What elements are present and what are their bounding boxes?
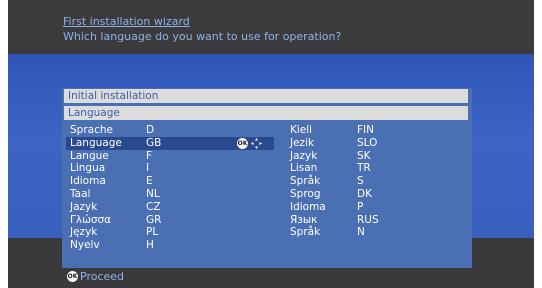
- language-code: TR: [357, 162, 371, 175]
- language-option[interactable]: Lingua I: [66, 162, 286, 175]
- language-code: SLO: [357, 136, 378, 149]
- language-name: Jazyk: [290, 149, 318, 162]
- language-name: Язык: [290, 213, 318, 226]
- language-code: NL: [146, 187, 160, 200]
- language-name: Idioma: [290, 200, 326, 213]
- language-code: GB: [146, 136, 162, 149]
- language-name: Langue: [70, 149, 109, 162]
- panel-header: Initial installation: [64, 89, 468, 103]
- language-list-left: Sprache D Language GB OK Langue F Lingua…: [66, 124, 286, 252]
- language-name: Język: [70, 226, 98, 239]
- language-code: SK: [357, 149, 371, 162]
- language-code: CZ: [146, 200, 161, 213]
- select-controls: OK: [237, 137, 262, 149]
- language-option[interactable]: Idioma P: [286, 201, 506, 214]
- language-name: Jezik: [290, 136, 315, 149]
- language-option[interactable]: Språk N: [286, 226, 506, 239]
- language-code: N: [357, 226, 365, 239]
- language-code: E: [146, 175, 153, 188]
- language-option[interactable]: Sprog DK: [286, 188, 506, 201]
- language-name: Taal: [70, 187, 91, 200]
- language-option-selected[interactable]: Language GB OK: [66, 136, 274, 150]
- language-option[interactable]: Jazyk SK: [286, 150, 506, 163]
- panel-subheader: Language: [64, 106, 468, 120]
- language-code: FIN: [357, 124, 374, 136]
- language-option[interactable]: Γλώσσα GR: [66, 214, 286, 227]
- language-option[interactable]: Lisan TR: [286, 162, 506, 175]
- language-code: PL: [146, 226, 159, 239]
- language-option[interactable]: Nyelv H: [66, 239, 286, 252]
- language-option[interactable]: Kieli FIN: [286, 124, 506, 137]
- wizard-title[interactable]: First installation wizard: [63, 15, 190, 28]
- language-option[interactable]: Langue F: [66, 150, 286, 163]
- ok-button-icon: OK: [67, 271, 78, 282]
- language-code: H: [146, 239, 154, 252]
- language-panel: Initial installation Language Sprache D …: [62, 88, 472, 268]
- navigation-arrows-icon: [251, 137, 262, 149]
- tv-screen: First installation wizard Which language…: [8, 0, 534, 288]
- language-option[interactable]: Jezik SLO: [286, 137, 506, 150]
- language-name: Nyelv: [70, 239, 100, 252]
- language-name: Språk: [290, 175, 321, 188]
- language-name: Language: [70, 136, 122, 149]
- language-code: D: [146, 124, 155, 136]
- language-option[interactable]: Språk S: [286, 175, 506, 188]
- language-code: DK: [357, 187, 372, 200]
- language-code: RUS: [357, 213, 379, 226]
- language-code: I: [146, 162, 150, 175]
- ok-button-icon: OK: [237, 137, 248, 149]
- language-code: S: [357, 175, 364, 188]
- language-option[interactable]: Sprache D: [66, 124, 286, 137]
- language-name: Språk: [290, 226, 321, 239]
- language-code: GR: [146, 213, 162, 226]
- language-name: Sprache: [70, 124, 113, 136]
- language-list-right: Kieli FIN Jezik SLO Jazyk SK Lisan TR Sp…: [286, 124, 506, 239]
- wizard-question: Which language do you want to use for op…: [63, 30, 342, 43]
- language-name: Lingua: [70, 162, 106, 175]
- language-name: Γλώσσα: [70, 213, 112, 226]
- language-name: Sprog: [290, 187, 321, 200]
- language-code: F: [146, 149, 153, 162]
- language-option[interactable]: Język PL: [66, 226, 286, 239]
- language-code: P: [357, 200, 364, 213]
- wizard-header: First installation wizard Which language…: [8, 0, 534, 54]
- language-name: Idioma: [70, 175, 106, 188]
- language-option[interactable]: Taal NL: [66, 188, 286, 201]
- language-option[interactable]: Jazyk CZ: [66, 201, 286, 214]
- language-name: Jazyk: [70, 200, 98, 213]
- language-name: Lisan: [290, 162, 318, 175]
- language-name: Kieli: [290, 124, 313, 136]
- proceed-label: Proceed: [80, 270, 125, 283]
- proceed-button[interactable]: OK Proceed: [67, 270, 124, 284]
- language-option[interactable]: Idioma E: [66, 175, 286, 188]
- language-option[interactable]: Язык RUS: [286, 214, 506, 227]
